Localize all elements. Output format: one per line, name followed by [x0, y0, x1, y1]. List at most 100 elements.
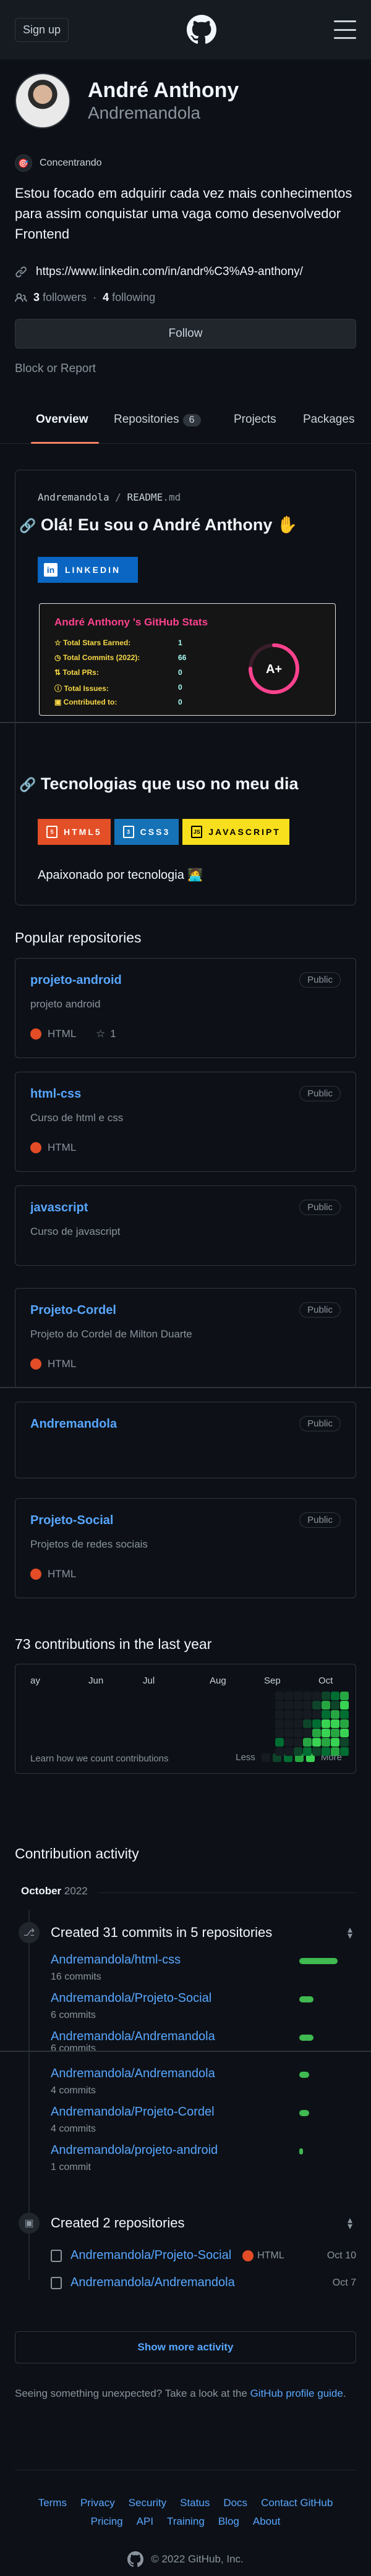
tab-projects[interactable]: Projects — [234, 413, 276, 426]
contribution-cell[interactable] — [303, 1701, 312, 1710]
menu-icon[interactable] — [334, 20, 356, 39]
contribution-cell[interactable] — [284, 1710, 293, 1719]
contribution-cell[interactable] — [275, 1747, 284, 1756]
contribution-cell[interactable] — [294, 1710, 302, 1719]
footer-link-blog[interactable]: Blog — [218, 2515, 239, 2528]
footer-link-training[interactable]: Training — [167, 2515, 205, 2528]
repo-link[interactable]: html-css — [30, 1087, 81, 1101]
github-logo-icon[interactable] — [186, 15, 216, 44]
footer-link-pricing[interactable]: Pricing — [91, 2515, 123, 2528]
contribution-cell[interactable] — [340, 1701, 349, 1710]
contribution-cell[interactable] — [322, 1738, 330, 1747]
commit-repo-link[interactable]: Andremandola/Projeto-Cordel — [51, 2105, 215, 2119]
commit-repo-link[interactable]: Andremandola/html-css — [51, 1953, 181, 1967]
created-repo-link[interactable]: Andremandola/Andremandola — [70, 2276, 235, 2290]
commit-count-link[interactable]: 4 commits — [51, 2085, 96, 2096]
contribution-cell[interactable] — [303, 1738, 312, 1747]
contribution-cell[interactable] — [303, 1692, 312, 1700]
contribution-cell[interactable] — [322, 1729, 330, 1737]
footer-link-docs[interactable]: Docs — [223, 2497, 247, 2509]
footer-link-security[interactable]: Security — [129, 2497, 166, 2509]
footer-link-privacy[interactable]: Privacy — [80, 2497, 115, 2509]
contribution-cell[interactable] — [331, 1692, 339, 1700]
contribution-cell[interactable] — [284, 1719, 293, 1728]
profile-guide-link[interactable]: GitHub profile guide — [250, 2387, 343, 2399]
repo-link[interactable]: Projeto-Cordel — [30, 1303, 116, 1318]
tab-repositories[interactable]: Repositories 6 — [114, 413, 201, 426]
fold-icon[interactable]: ▴ ▾ — [348, 1925, 352, 1941]
commit-count-link[interactable]: 1 commit — [51, 2162, 91, 2173]
anchor-link-icon[interactable]: 🔗 — [19, 518, 36, 533]
footer-link-status[interactable]: Status — [180, 2497, 210, 2509]
block-report-link[interactable]: Block or Report — [15, 362, 356, 376]
contribution-cell[interactable] — [340, 1719, 349, 1728]
contribution-cell[interactable] — [312, 1692, 321, 1700]
contribution-cell[interactable] — [284, 1701, 293, 1710]
created-repo-link[interactable]: Andremandola/Projeto-Social — [70, 2248, 231, 2263]
contribution-cell[interactable] — [284, 1729, 293, 1737]
learn-contributions-link[interactable]: Learn how we count contributions — [30, 1753, 168, 1764]
contribution-cell[interactable] — [284, 1738, 293, 1747]
commit-repo-link[interactable]: Andremandola/Andremandola — [51, 2067, 215, 2081]
contribution-cell[interactable] — [294, 1719, 302, 1728]
contribution-cell[interactable] — [340, 1747, 349, 1756]
repo-link[interactable]: javascript — [30, 1201, 88, 1215]
contribution-cell[interactable] — [312, 1738, 321, 1747]
tab-overview[interactable]: Overview — [36, 413, 88, 426]
contribution-cell[interactable] — [275, 1738, 284, 1747]
contribution-cell[interactable] — [322, 1719, 330, 1728]
contribution-cell[interactable] — [322, 1747, 330, 1756]
tab-packages[interactable]: Packages — [303, 413, 354, 426]
following-link[interactable]: 4 following — [103, 291, 155, 304]
contribution-cell[interactable] — [275, 1692, 284, 1700]
contribution-cell[interactable] — [331, 1710, 339, 1719]
contribution-cell[interactable] — [331, 1719, 339, 1728]
contribution-cell[interactable] — [275, 1719, 284, 1728]
footer-link-about[interactable]: About — [253, 2515, 280, 2528]
commit-count-link[interactable]: 4 commits — [51, 2124, 96, 2135]
contribution-cell[interactable] — [284, 1747, 293, 1756]
readme-owner[interactable]: Andremandola — [38, 491, 109, 503]
contribution-cell[interactable] — [331, 1729, 339, 1737]
commit-repo-link[interactable]: Andremandola/Projeto-Social — [51, 1991, 211, 2006]
contribution-cell[interactable] — [294, 1738, 302, 1747]
contribution-cell[interactable] — [340, 1729, 349, 1737]
commit-count-link[interactable]: 16 commits — [51, 1972, 101, 1983]
contribution-cell[interactable] — [275, 1701, 284, 1710]
contribution-cell[interactable] — [303, 1729, 312, 1737]
footer-link-api[interactable]: API — [137, 2515, 153, 2528]
contribution-cell[interactable] — [275, 1729, 284, 1737]
commit-count-link[interactable]: 6 commits — [51, 2010, 96, 2021]
anchor-link-icon[interactable]: 🔗 — [19, 777, 36, 792]
contribution-cell[interactable] — [294, 1747, 302, 1756]
fold-icon[interactable]: ▴ ▾ — [348, 2216, 352, 2232]
contribution-cell[interactable] — [322, 1710, 330, 1719]
repo-link[interactable]: projeto-android — [30, 973, 122, 988]
contribution-cell[interactable] — [294, 1701, 302, 1710]
contribution-cell[interactable] — [275, 1710, 284, 1719]
contribution-cell[interactable] — [322, 1692, 330, 1700]
linkedin-badge[interactable]: in LINKEDIN — [38, 557, 138, 583]
contribution-cell[interactable] — [322, 1701, 330, 1710]
repo-stars-link[interactable]: ☆ 1 — [96, 1028, 116, 1040]
show-more-activity-button[interactable]: Show more activity — [15, 2331, 356, 2363]
commit-repo-link[interactable]: Andremandola/Andremandola — [51, 2030, 215, 2044]
followers-link[interactable]: 3 followers — [33, 291, 87, 304]
signup-button[interactable]: Sign up — [15, 17, 69, 42]
commit-repo-link[interactable]: Andremandola/projeto-android — [51, 2143, 218, 2158]
contribution-cell[interactable] — [312, 1747, 321, 1756]
contribution-cell[interactable] — [303, 1747, 312, 1756]
repo-link[interactable]: Andremandola — [30, 1417, 117, 1431]
contribution-cell[interactable] — [340, 1710, 349, 1719]
contribution-cell[interactable] — [340, 1738, 349, 1747]
contribution-cell[interactable] — [312, 1710, 321, 1719]
contribution-cell[interactable] — [303, 1710, 312, 1719]
github-mark-icon[interactable] — [127, 2551, 144, 2567]
footer-link-contact[interactable]: Contact GitHub — [261, 2497, 333, 2509]
contribution-cell[interactable] — [312, 1701, 321, 1710]
contribution-cell[interactable] — [294, 1692, 302, 1700]
contribution-cell[interactable] — [312, 1729, 321, 1737]
avatar[interactable] — [15, 73, 70, 129]
contribution-cell[interactable] — [312, 1719, 321, 1728]
contribution-cell[interactable] — [331, 1747, 339, 1756]
